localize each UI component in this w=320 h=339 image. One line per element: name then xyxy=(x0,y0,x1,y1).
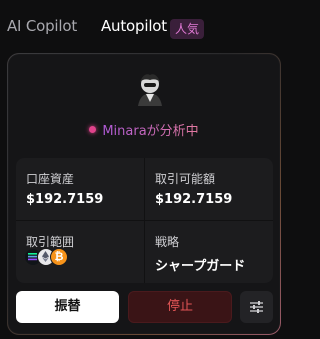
status-indicator: Minaraが分析中 xyxy=(8,120,280,139)
tab-bar: AI Copilot Autopilot 人気 xyxy=(0,0,285,52)
agent-avatar-icon xyxy=(138,74,162,106)
account-assets-label: 口座資産 xyxy=(26,172,75,186)
tradable-amount-label: 取引可能額 xyxy=(155,172,216,186)
tradable-amount-cell: 取引可能額 $192.7159 xyxy=(145,158,273,220)
trading-range-cell: 取引範囲 ₿ xyxy=(16,221,144,283)
coin-list: ₿ xyxy=(24,248,84,268)
tab-autopilot[interactable]: Autopilot xyxy=(101,17,167,35)
strategy-value: シャープガード xyxy=(155,259,246,274)
btc-coin-icon: ₿ xyxy=(50,248,68,266)
tab-ai-copilot[interactable]: AI Copilot xyxy=(7,17,77,35)
settings-button[interactable] xyxy=(240,291,273,323)
strategy-label: 戦略 xyxy=(155,235,180,249)
popular-badge: 人気 xyxy=(170,19,205,39)
autopilot-card: Minaraが分析中 口座資産 $192.7159 取引可能額 $192.715… xyxy=(7,53,281,335)
status-dot-icon xyxy=(89,126,97,133)
transfer-button[interactable]: 振替 xyxy=(16,291,119,323)
account-assets-cell: 口座資産 $192.7159 xyxy=(16,158,144,220)
stop-button[interactable]: 停止 xyxy=(128,291,232,323)
strategy-cell: 戦略 シャープガード xyxy=(145,221,273,283)
tradable-amount-value: $192.7159 xyxy=(155,192,233,207)
account-assets-value: $192.7159 xyxy=(26,192,104,207)
status-text: Minaraが分析中 xyxy=(102,124,199,139)
sliders-icon xyxy=(250,301,263,313)
stats-grid: 口座資産 $192.7159 取引可能額 $192.7159 取引範囲 ₿ 戦略… xyxy=(16,158,273,283)
